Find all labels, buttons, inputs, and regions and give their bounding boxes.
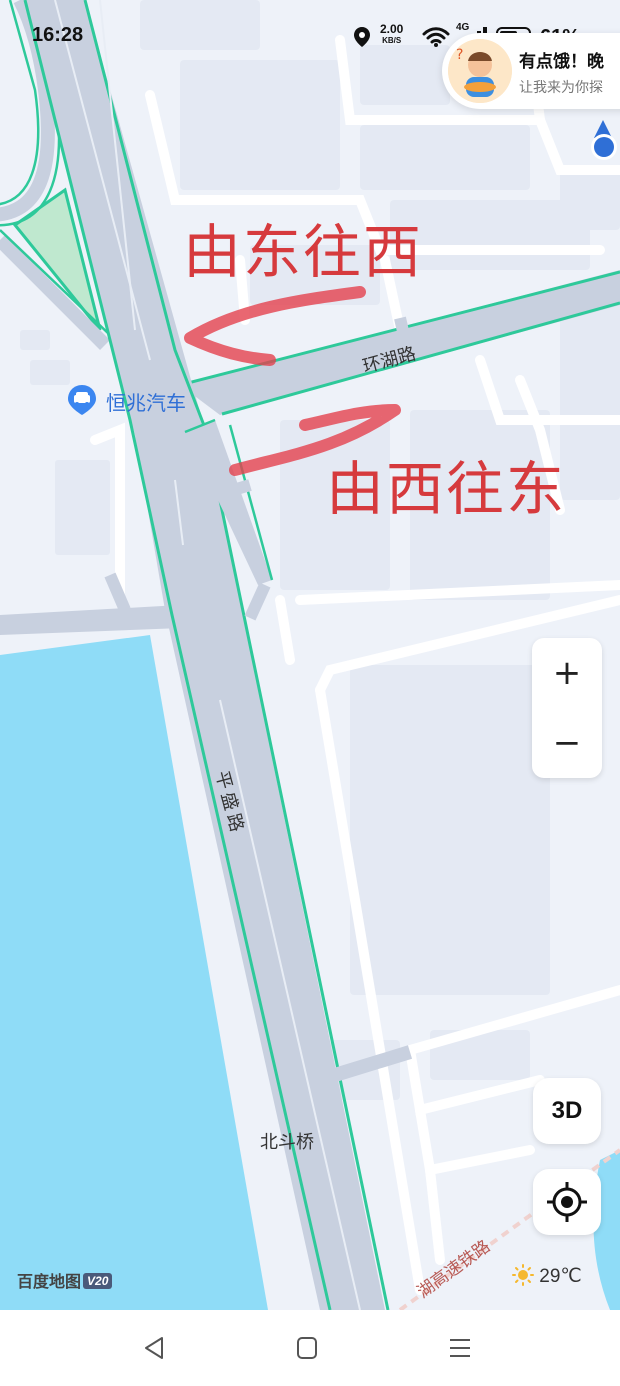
map-logo: 百度地图 V20 xyxy=(17,1268,113,1292)
promo-subtitle: 让我来为你探 xyxy=(519,80,603,96)
net-speed: 2.00 KB/S xyxy=(380,23,403,47)
zoom-out-button[interactable]: − xyxy=(532,708,602,778)
back-icon[interactable] xyxy=(134,1332,174,1364)
net-speed-unit: KB/S xyxy=(382,36,402,45)
promo-title: 有点饿！晚 xyxy=(519,52,604,72)
3d-toggle-button[interactable]: 3D xyxy=(533,1078,601,1144)
crosshair-icon xyxy=(547,1182,587,1222)
car-pin-icon xyxy=(68,385,96,415)
logo-text: 百度地图 xyxy=(17,1272,82,1291)
system-nav-bar xyxy=(0,1310,620,1386)
svg-text:?: ? xyxy=(456,47,463,63)
poi-label: 恒兆汽车 xyxy=(106,391,186,415)
map-canvas[interactable] xyxy=(0,0,620,1310)
annotation-west-to-east: 由西往东 xyxy=(326,455,567,523)
sun-icon xyxy=(512,1264,534,1286)
weather-widget[interactable]: 29℃ xyxy=(512,1264,582,1288)
weather-temperature: 29℃ xyxy=(539,1266,582,1287)
locate-button[interactable] xyxy=(533,1169,601,1235)
wifi-icon xyxy=(422,27,450,47)
net-speed-value: 2.00 xyxy=(380,22,404,36)
zoom-controls: + − xyxy=(532,638,602,778)
location-icon xyxy=(354,27,370,47)
menu-icon[interactable] xyxy=(440,1332,480,1364)
promo-card[interactable]: ? 有点饿！晚 让我来为你探 xyxy=(442,33,620,109)
home-icon[interactable] xyxy=(287,1332,327,1364)
annotation-east-to-west: 由东往西 xyxy=(183,218,424,286)
chef-avatar-icon: ? xyxy=(448,39,512,103)
bridge-label-beidou: 北斗桥 xyxy=(260,1132,314,1153)
status-time: 16:28 xyxy=(32,24,84,46)
zoom-in-button[interactable]: + xyxy=(532,638,602,708)
logo-badge: V20 xyxy=(83,1273,113,1289)
